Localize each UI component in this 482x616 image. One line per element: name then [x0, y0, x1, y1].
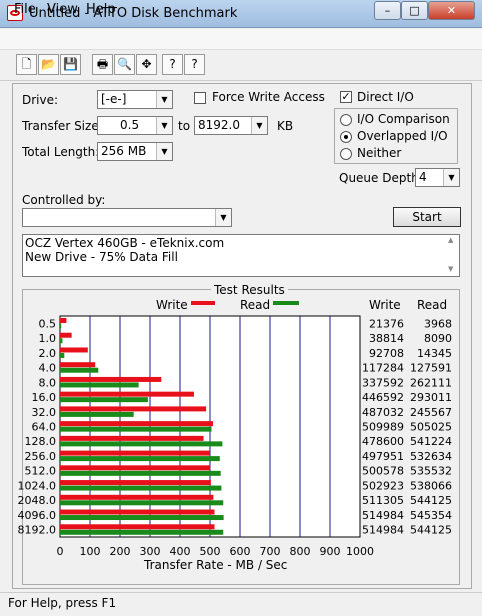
read-bar	[60, 397, 148, 403]
x-axis-label: Transfer Rate - MB / Sec	[144, 558, 288, 572]
write-bar	[60, 524, 215, 530]
write-bar	[60, 450, 210, 456]
write-bar	[60, 509, 215, 515]
x-tick-label: 800	[290, 545, 311, 558]
read-bar	[60, 515, 224, 521]
category-label: 0.5	[39, 317, 57, 330]
read-bar	[60, 529, 224, 535]
read-value: 535532	[410, 465, 452, 478]
read-bar	[60, 323, 62, 329]
write-value: 514984	[362, 524, 404, 537]
write-bar	[60, 494, 214, 500]
write-value: 509989	[362, 421, 404, 434]
read-value: 8090	[424, 332, 452, 345]
read-bar	[60, 470, 221, 476]
write-bar	[60, 318, 67, 323]
write-bar	[60, 480, 211, 486]
category-label: 128.0	[25, 435, 57, 448]
category-label: 16.0	[32, 391, 57, 404]
read-bar	[60, 411, 134, 417]
x-tick-label: 200	[110, 545, 131, 558]
transfer-rate-chart: 0 100 200 300 400 500 600 700 800 900 1000 0.5 21376…	[18, 315, 452, 558]
category-label: 1024.0	[18, 479, 57, 492]
x-tick-label: 700	[260, 545, 281, 558]
category-label: 256.0	[25, 450, 57, 463]
write-value: 478600	[362, 435, 404, 448]
write-value: 117284	[362, 362, 404, 375]
write-bar	[60, 362, 96, 368]
x-tick-label: 500	[200, 545, 221, 558]
write-value: 497951	[362, 450, 404, 463]
category-label: 2.0	[39, 347, 57, 360]
x-tick-label: 400	[170, 545, 191, 558]
write-bar	[60, 391, 194, 397]
read-value: 245567	[410, 406, 452, 419]
read-bar	[60, 456, 220, 462]
write-value: 38814	[369, 332, 404, 345]
write-value: 511305	[362, 494, 404, 507]
write-value: 337592	[362, 376, 404, 389]
write-value: 514984	[362, 509, 404, 522]
write-value: 446592	[362, 391, 404, 404]
write-bar	[60, 406, 207, 412]
x-tick-label: 100	[80, 545, 101, 558]
read-value: 538066	[410, 479, 452, 492]
x-tick-label: 900	[320, 545, 341, 558]
read-value: 541224	[410, 435, 452, 448]
category-label: 32.0	[32, 406, 57, 419]
status-text: For Help, press F1	[8, 596, 117, 610]
write-value: 500578	[362, 465, 404, 478]
read-value: 544125	[410, 494, 452, 507]
read-value: 532634	[410, 450, 452, 463]
read-bar	[60, 352, 65, 358]
write-bar	[60, 332, 72, 338]
category-label: 4096.0	[18, 509, 57, 522]
read-value: 505025	[410, 421, 452, 434]
read-bar	[60, 382, 139, 388]
write-bar	[60, 347, 88, 353]
x-tick-label: 300	[140, 545, 161, 558]
category-label: 512.0	[25, 465, 57, 478]
write-value: 502923	[362, 479, 404, 492]
x-tick-label: 1000	[346, 545, 374, 558]
write-bar	[60, 465, 211, 471]
read-bar	[60, 441, 223, 447]
write-bar	[60, 376, 162, 382]
read-value: 127591	[410, 362, 452, 375]
read-value: 545354	[410, 509, 452, 522]
category-label: 2048.0	[18, 494, 57, 507]
write-value: 487032	[362, 406, 404, 419]
category-label: 8.0	[39, 376, 57, 389]
read-bar	[60, 367, 99, 373]
write-value: 92708	[369, 347, 404, 360]
category-label: 4.0	[39, 362, 57, 375]
category-label: 64.0	[32, 421, 57, 434]
write-bar	[60, 435, 204, 441]
read-value: 293011	[410, 391, 452, 404]
read-bar	[60, 500, 224, 506]
read-value: 14345	[417, 347, 452, 360]
read-value: 544125	[410, 524, 452, 537]
read-value: 262111	[410, 376, 452, 389]
category-label: 8192.0	[18, 524, 57, 537]
write-bar	[60, 421, 213, 427]
read-bar	[60, 426, 212, 432]
category-label: 1.0	[39, 332, 57, 345]
read-value: 3968	[424, 317, 452, 330]
x-tick-label: 600	[230, 545, 251, 558]
write-value: 21376	[369, 317, 404, 330]
read-bar	[60, 338, 63, 344]
read-bar	[60, 485, 222, 491]
x-tick-label: 0	[57, 545, 64, 558]
